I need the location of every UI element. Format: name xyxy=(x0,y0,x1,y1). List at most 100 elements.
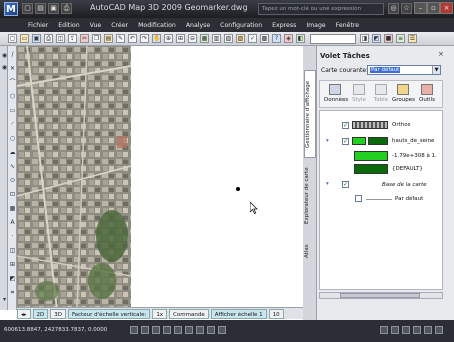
open-folder-icon[interactable]: ▭ xyxy=(20,34,29,43)
base-map-group-label[interactable]: Base de la carte xyxy=(382,182,427,188)
dyn-icon[interactable] xyxy=(207,326,215,334)
nav-icon[interactable]: ◉ xyxy=(1,52,8,59)
tab-atlas[interactable]: Atlas xyxy=(304,236,316,266)
tab-map-explorer[interactable]: Explorateur de carte xyxy=(304,161,316,231)
ellipse-icon[interactable]: ⬭ xyxy=(9,177,16,184)
grid-icon[interactable] xyxy=(141,326,149,334)
arc-icon[interactable]: ◜ xyxy=(9,121,16,128)
paste-icon[interactable]: ▤ xyxy=(104,34,113,43)
undo-icon[interactable]: ↶ xyxy=(128,34,137,43)
layer-dropdown[interactable] xyxy=(310,33,356,44)
line-icon[interactable]: / xyxy=(9,51,16,58)
properties-icon[interactable]: ▦ xyxy=(200,34,209,43)
insert-block-icon[interactable]: ⊡ xyxy=(9,191,16,198)
data-button[interactable]: Données xyxy=(324,84,348,108)
annotation-scale-icon[interactable] xyxy=(402,326,410,334)
pan-icon[interactable]: ✋ xyxy=(152,34,161,43)
point-icon[interactable]: · xyxy=(9,233,16,240)
layer-hauts-label[interactable]: hauts_de_seine xyxy=(392,138,434,144)
layout-icon[interactable] xyxy=(391,326,399,334)
close-icon[interactable]: × xyxy=(438,50,444,58)
search-input[interactable]: Tapez un mot-clé ou une expression xyxy=(258,3,384,15)
sheet-set-icon[interactable]: ▨ xyxy=(236,34,245,43)
tool-palette-icon[interactable]: ▧ xyxy=(224,34,233,43)
color-control-icon[interactable]: ■ xyxy=(384,34,393,43)
checkbox-hauts[interactable]: ✓ xyxy=(342,138,349,145)
maximize-button[interactable]: ▫ xyxy=(427,2,440,14)
osnap-icon[interactable] xyxy=(174,326,182,334)
style-button[interactable]: Style xyxy=(348,84,370,108)
polar-icon[interactable] xyxy=(163,326,171,334)
zoom-previous-icon[interactable]: ⊖ xyxy=(188,34,197,43)
layer-orthos-label[interactable]: Orthos xyxy=(392,122,410,128)
circle-icon[interactable]: ○ xyxy=(9,135,16,142)
scroll-down-icon[interactable]: ▾ xyxy=(1,296,8,303)
menu-vue[interactable]: Vue xyxy=(90,22,102,29)
gradient-icon[interactable]: ◩ xyxy=(9,275,16,282)
chevron-down-icon[interactable]: ▼ xyxy=(432,66,440,74)
copy-icon[interactable]: ❐ xyxy=(92,34,101,43)
tab-display-manager[interactable]: Gestionnaire d'affichage xyxy=(304,70,316,158)
cut-icon[interactable]: ✂ xyxy=(80,34,89,43)
zoom-realtime-icon[interactable]: ⊕ xyxy=(164,34,173,43)
close-button[interactable]: × xyxy=(440,2,453,14)
menu-fenetre[interactable]: Fenêtre xyxy=(336,22,359,29)
new-icon[interactable]: ▢ xyxy=(22,3,33,14)
help-icon[interactable]: ? xyxy=(272,34,281,43)
calculator-icon[interactable]: ▩ xyxy=(260,34,269,43)
star-icon[interactable]: ☆ xyxy=(401,3,412,14)
menu-creer[interactable]: Créer xyxy=(111,22,128,29)
markup-icon[interactable]: ✓ xyxy=(248,34,257,43)
par-defaut-label[interactable]: Par défaut xyxy=(395,196,423,202)
collapse-icon[interactable]: ▾ xyxy=(326,138,329,144)
menu-fichier[interactable]: Fichier xyxy=(28,22,48,29)
layer-state-icon[interactable]: ◈ xyxy=(284,34,293,43)
minimize-button[interactable]: – xyxy=(414,2,427,14)
ducs-icon[interactable] xyxy=(196,326,204,334)
scrollbar-thumb[interactable] xyxy=(340,293,420,298)
open-icon[interactable]: ▤ xyxy=(35,3,46,14)
lock-icon[interactable] xyxy=(424,326,432,334)
checkbox-par-defaut[interactable] xyxy=(355,195,362,202)
rectangle-icon[interactable]: ▭ xyxy=(9,107,16,114)
menu-image[interactable]: Image xyxy=(306,22,325,29)
checkbox-base[interactable]: ✓ xyxy=(342,181,349,188)
cloud-icon[interactable]: ☁ xyxy=(9,149,16,156)
hatch-icon[interactable]: ▦ xyxy=(9,205,16,212)
boundary-icon[interactable]: ⌗ xyxy=(9,289,16,296)
redo-icon[interactable]: ↷ xyxy=(140,34,149,43)
model-icon[interactable] xyxy=(380,326,388,334)
menu-express[interactable]: Express xyxy=(272,22,296,29)
linetype-icon[interactable]: ≡ xyxy=(396,34,405,43)
ortho-icon[interactable] xyxy=(152,326,160,334)
groups-button[interactable]: Groupes xyxy=(392,84,415,108)
menu-analyse[interactable]: Analyse xyxy=(186,22,210,29)
expand-icon[interactable]: ▾ xyxy=(326,181,329,187)
save-icon[interactable]: ▣ xyxy=(48,3,59,14)
nav2-icon[interactable]: ◉ xyxy=(1,64,8,71)
tab-2d[interactable]: 2D xyxy=(32,308,49,319)
menu-configuration[interactable]: Configuration xyxy=(220,22,262,29)
tools-button[interactable]: Outils xyxy=(416,84,438,108)
save-tool-icon[interactable]: ▣ xyxy=(32,34,41,43)
menu-modification[interactable]: Modification xyxy=(138,22,176,29)
workspace-icon[interactable] xyxy=(413,326,421,334)
spline-icon[interactable]: ∿ xyxy=(9,163,16,170)
menu-edition[interactable]: Edition xyxy=(58,22,79,29)
new-file-icon[interactable]: ▢ xyxy=(8,34,17,43)
polygon-icon[interactable]: ⬡ xyxy=(9,93,16,100)
text-icon[interactable]: A xyxy=(9,219,16,226)
table-button[interactable]: Table xyxy=(370,84,392,108)
construction-line-icon[interactable]: ✕ xyxy=(9,65,16,72)
lineweight-icon[interactable]: ☰ xyxy=(408,34,417,43)
current-map-select[interactable]: Par défaut ▼ xyxy=(367,65,441,75)
layer-previous-icon[interactable]: ◩ xyxy=(372,34,381,43)
snap-icon[interactable] xyxy=(130,326,138,334)
design-center-icon[interactable]: ▥ xyxy=(212,34,221,43)
lwt-icon[interactable] xyxy=(218,326,226,334)
match-properties-icon[interactable]: ✎ xyxy=(116,34,125,43)
plot-icon[interactable]: ⎙ xyxy=(44,34,53,43)
tab-3d[interactable]: 3D xyxy=(50,308,66,319)
print-icon[interactable]: ⎙ xyxy=(61,3,72,14)
drawing-canvas[interactable] xyxy=(131,46,303,310)
